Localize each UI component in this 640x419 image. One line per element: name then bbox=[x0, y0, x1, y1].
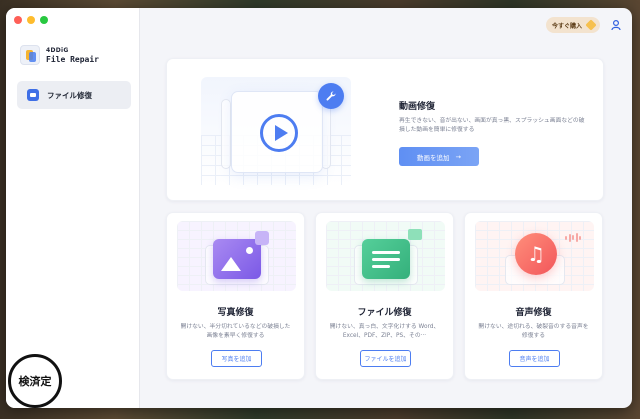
sound-wave-icon bbox=[565, 233, 581, 242]
diamond-icon bbox=[585, 19, 597, 31]
wrench-icon bbox=[318, 83, 344, 109]
sidebar: 4DDiG File Repair ファイル修復 bbox=[6, 8, 140, 408]
image-icon bbox=[213, 239, 261, 279]
main-content: 今すぐ購入 動画修復 再生できない、音が出ない、画面が真っ黒、スプラッシュ画面な… bbox=[140, 8, 632, 408]
sidebar-item-label: ファイル修復 bbox=[47, 90, 92, 100]
folder-icon bbox=[408, 229, 422, 240]
video-repair-description: 再生できない、音が出ない、画面が真っ黒、スプラッシュ画面などの破損した動画を簡単… bbox=[399, 118, 585, 133]
add-file-button[interactable]: ファイルを追加 bbox=[360, 350, 411, 367]
add-photo-button[interactable]: 写真を追加 bbox=[211, 350, 262, 367]
buy-now-button[interactable]: 今すぐ購入 bbox=[546, 17, 601, 33]
file-illustration bbox=[326, 221, 445, 291]
add-video-button[interactable]: 動画を追加 → bbox=[399, 147, 479, 166]
folder-icon bbox=[27, 89, 39, 101]
window-controls bbox=[14, 16, 48, 24]
minimize-window-button[interactable] bbox=[27, 16, 35, 24]
audio-repair-description: 開けない、途切れる、破裂音のする音声を修復する bbox=[478, 324, 589, 339]
document-icon bbox=[362, 239, 410, 279]
app-window: 4DDiG File Repair ファイル修復 今すぐ購入 動画修復 再生でき… bbox=[6, 8, 632, 408]
maximize-window-button[interactable] bbox=[40, 16, 48, 24]
file-repair-card[interactable]: ファイル修復 開けない、真っ白、文字化けする Word、Excel、PDF、ZI… bbox=[315, 212, 454, 380]
photo-repair-title: 写真修復 bbox=[217, 308, 254, 318]
video-repair-card[interactable]: 動画修復 再生できない、音が出ない、画面が真っ黒、スプラッシュ画面などの破損した… bbox=[166, 58, 604, 201]
music-note-icon: ♫ bbox=[515, 233, 557, 275]
photo-illustration bbox=[177, 221, 296, 291]
app-logo: 4DDiG File Repair bbox=[20, 45, 99, 65]
audio-illustration: ♫ bbox=[475, 221, 594, 291]
stamp-text: 検済定 bbox=[18, 375, 52, 388]
user-icon[interactable] bbox=[610, 19, 622, 31]
arrow-right-icon: → bbox=[455, 152, 461, 161]
puzzle-icon bbox=[255, 231, 269, 245]
play-icon bbox=[260, 114, 298, 152]
verified-stamp: 検済定 bbox=[8, 354, 62, 408]
close-window-button[interactable] bbox=[14, 16, 22, 24]
audio-repair-card[interactable]: ♫ 音声修復 開けない、途切れる、破裂音のする音声を修復する 音声を追加 bbox=[464, 212, 603, 380]
audio-repair-title: 音声修復 bbox=[515, 308, 552, 318]
brand-name: 4DDiG bbox=[46, 47, 69, 54]
video-frame bbox=[231, 91, 323, 173]
video-repair-title: 動画修復 bbox=[399, 102, 436, 112]
photo-repair-description: 開けない、半分切れているなどの破損した画像を素早く修復する bbox=[180, 324, 291, 339]
sidebar-item-file-repair[interactable]: ファイル修復 bbox=[17, 81, 131, 109]
add-video-label: 動画を追加 bbox=[417, 153, 450, 162]
buy-now-label: 今すぐ購入 bbox=[552, 22, 583, 30]
photo-repair-card[interactable]: 写真修復 開けない、半分切れているなどの破損した画像を素早く修復する 写真を追加 bbox=[166, 212, 305, 380]
video-illustration bbox=[201, 77, 351, 185]
file-repair-description: 開けない、真っ白、文字化けする Word、Excel、PDF、ZIP、PS、その… bbox=[329, 324, 440, 339]
file-repair-title: ファイル修復 bbox=[357, 308, 412, 318]
add-audio-button[interactable]: 音声を追加 bbox=[509, 350, 560, 367]
app-logo-icon bbox=[20, 45, 40, 65]
product-name: File Repair bbox=[46, 55, 99, 64]
